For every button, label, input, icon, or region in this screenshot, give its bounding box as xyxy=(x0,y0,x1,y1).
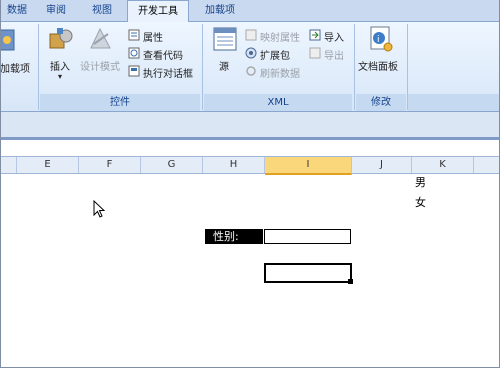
insert-controls-icon xyxy=(49,28,73,49)
properties-icon xyxy=(128,29,140,41)
controls-group-title: 控件 xyxy=(40,94,200,111)
xml-group-title: XML xyxy=(204,94,352,111)
insert-dropdown-arrow-icon[interactable]: ▾ xyxy=(58,72,62,81)
export-button[interactable]: 导出 xyxy=(324,47,344,62)
column-header-bar: E F G H I J K xyxy=(0,156,500,175)
view-code-icon xyxy=(128,47,140,59)
document-panel-button[interactable]: 文档面板 xyxy=(358,58,398,73)
fill-handle[interactable] xyxy=(348,279,353,284)
addins-button[interactable]: 加载项 xyxy=(0,60,30,75)
cell-k-male[interactable]: 男 xyxy=(415,174,426,190)
import-button[interactable]: 导入 xyxy=(324,29,344,44)
addins-icon xyxy=(0,29,15,51)
design-mode-button[interactable]: 设计模式 xyxy=(80,58,120,73)
run-dialog-icon xyxy=(128,65,140,77)
gender-input-field[interactable] xyxy=(264,229,351,244)
xml-source-icon xyxy=(213,27,237,51)
column-header-f[interactable]: F xyxy=(79,157,141,173)
ribbon-panel: 加载项 插入 ▾ 设计模式 属性 查看代码 执行对话框 控件 源 映射属性 扩展… xyxy=(0,22,500,112)
view-code-button[interactable]: 查看代码 xyxy=(143,47,183,62)
tab-developer[interactable]: 开发工具 xyxy=(127,0,189,23)
tab-view[interactable]: 视图 xyxy=(80,0,124,21)
ribbon-empty-group-area xyxy=(408,94,500,111)
column-header-j[interactable]: J xyxy=(352,157,412,173)
formula-bar-area xyxy=(0,112,500,140)
column-header-h[interactable]: H xyxy=(203,157,265,173)
refresh-data-button[interactable]: 刷新数据 xyxy=(260,65,300,80)
properties-button[interactable]: 属性 xyxy=(143,29,163,44)
map-properties-button[interactable]: 映射属性 xyxy=(260,29,300,44)
column-header-e[interactable]: E xyxy=(17,157,79,173)
run-dialog-button[interactable]: 执行对话框 xyxy=(143,65,193,80)
modify-group-title: 修改 xyxy=(356,94,406,111)
column-header-i[interactable]: I xyxy=(265,157,352,175)
gender-label: 性别: xyxy=(205,229,263,244)
map-properties-icon xyxy=(245,29,257,41)
separator xyxy=(354,24,355,110)
cell-k-female[interactable]: 女 xyxy=(415,194,426,210)
expansion-packs-button[interactable]: 扩展包 xyxy=(260,47,290,62)
import-icon xyxy=(309,29,321,41)
refresh-data-icon xyxy=(246,66,256,76)
svg-text:i: i xyxy=(377,35,380,45)
selected-cell[interactable] xyxy=(264,263,352,283)
separator xyxy=(202,24,203,110)
column-header-partial[interactable] xyxy=(0,157,17,173)
separator xyxy=(38,24,39,110)
design-mode-icon xyxy=(90,27,111,49)
ribbon-tab-bar: 数据 审阅 视图 开发工具 加载项 xyxy=(0,0,500,23)
formula-spacer xyxy=(0,140,500,156)
column-header-g[interactable]: G xyxy=(141,157,203,173)
tab-data[interactable]: 数据 xyxy=(0,0,34,21)
xml-source-button[interactable]: 源 xyxy=(219,58,229,73)
document-panel-icon: i xyxy=(370,26,393,52)
column-header-k[interactable]: K xyxy=(412,157,474,173)
tab-addins[interactable]: 加载项 xyxy=(193,0,247,21)
mouse-cursor-icon xyxy=(93,200,106,218)
expansion-packs-icon xyxy=(245,47,257,59)
export-icon xyxy=(309,47,321,59)
tab-review[interactable]: 审阅 xyxy=(36,0,76,21)
insert-button[interactable]: 插入 xyxy=(50,58,70,73)
